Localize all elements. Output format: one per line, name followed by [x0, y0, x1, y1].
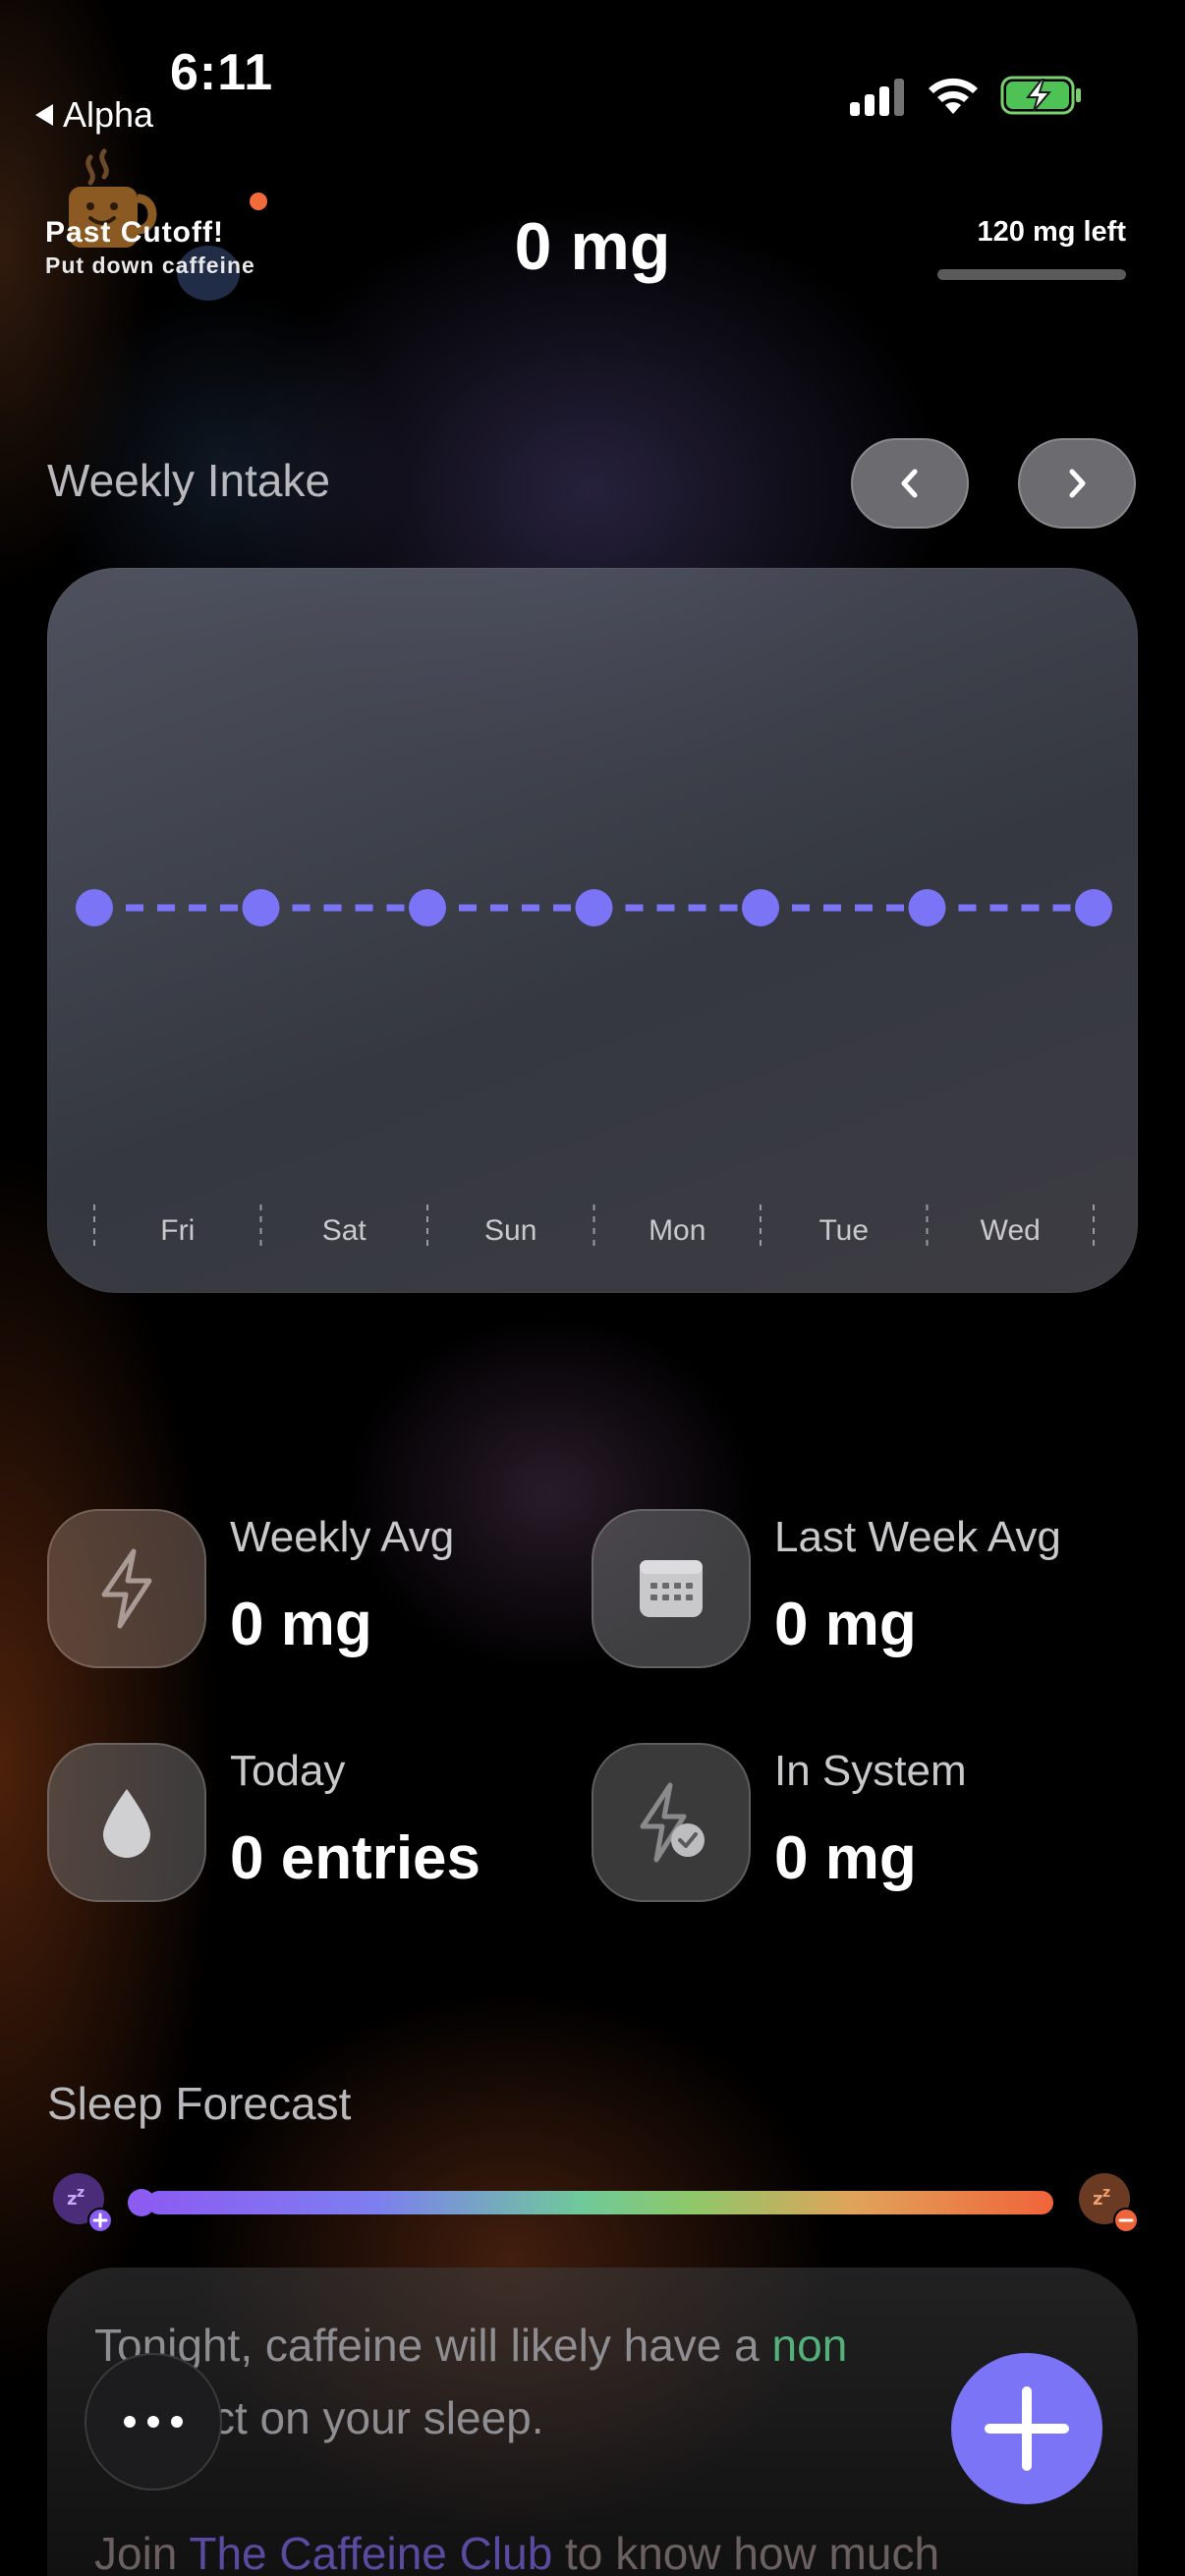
chevron-left-icon [901, 469, 918, 498]
weekly-intake-chart: Fri Sat Sun Mon Tue Wed [47, 568, 1138, 1293]
x-axis-label: Tue [818, 1214, 869, 1247]
sleep-worse-icon: z z [1079, 2173, 1139, 2233]
sleep-impact-indicator [128, 2189, 155, 2216]
in-system-value: 0 mg [774, 1824, 917, 1892]
forecast-prefix: Tonight, caffeine will likely have a [94, 2320, 772, 2371]
data-point[interactable] [76, 889, 113, 926]
weekly-intake-plot: Fri Sat Sun Mon Tue Wed [76, 889, 1112, 1247]
in-system-icon-tile [592, 1743, 751, 1902]
chevron-right-icon [1069, 469, 1086, 498]
today-label: Today [230, 1747, 346, 1795]
calendar-icon [640, 1560, 703, 1617]
next-week-button[interactable] [1018, 438, 1136, 529]
data-point[interactable] [908, 889, 946, 926]
sleep-impact-gradient-bar [147, 2191, 1053, 2214]
weekly-avg-label: Weekly Avg [230, 1513, 455, 1561]
back-app-label: Alpha [63, 94, 154, 135]
svg-text:z: z [77, 2185, 85, 2201]
remaining-allowance-label: 120 mg left [977, 216, 1127, 248]
in-system-label: In System [774, 1747, 967, 1795]
today-value: 0 entries [230, 1824, 481, 1892]
data-point[interactable] [575, 889, 613, 926]
add-entry-button[interactable] [951, 2353, 1102, 2504]
previous-week-button[interactable] [851, 438, 969, 529]
back-to-app-button[interactable]: Alpha [35, 94, 153, 136]
app-screen: 6:11 Alpha Past Cutoff! Put down caffein… [0, 0, 1185, 2576]
battery-charging-icon [1000, 76, 1081, 115]
today-icon-tile [47, 1743, 206, 1902]
bolt-icon [101, 1548, 152, 1629]
caffeine-club-promo: Join The Caffeine Club to know how much [94, 2527, 1175, 2576]
last-week-avg-icon-tile [592, 1509, 751, 1668]
sleep-forecast-title: Sleep Forecast [47, 2078, 352, 2129]
x-axis-label: Wed [981, 1214, 1041, 1247]
data-point[interactable] [409, 889, 446, 926]
cellular-signal-icon [850, 77, 905, 116]
x-axis-label: Mon [649, 1214, 705, 1247]
remaining-allowance-bar [937, 269, 1126, 280]
sleep-better-icon: z z [53, 2173, 113, 2233]
x-axis-label: Fri [160, 1214, 195, 1247]
status-time: 6:11 [170, 44, 274, 101]
weekly-avg-icon-tile [47, 1509, 206, 1668]
ellipsis-icon-dot [147, 2416, 159, 2428]
data-point[interactable] [1075, 889, 1112, 926]
plus-icon [985, 2386, 1069, 2471]
bolt-check-icon [640, 1782, 705, 1863]
last-week-avg-value: 0 mg [774, 1591, 917, 1658]
club-prefix: Join [94, 2528, 190, 2576]
ellipsis-icon-dot [124, 2416, 136, 2428]
weekly-intake-title: Weekly Intake [47, 455, 331, 506]
back-triangle-icon [35, 104, 53, 126]
more-options-button[interactable] [85, 2353, 222, 2491]
data-point[interactable] [742, 889, 779, 926]
x-axis-label: Sat [322, 1214, 367, 1247]
ellipsis-icon-dot [171, 2416, 183, 2428]
last-week-avg-label: Last Week Avg [774, 1513, 1061, 1561]
svg-text:z: z [67, 2189, 77, 2210]
x-axis-label: Sun [484, 1214, 536, 1247]
data-point[interactable] [242, 889, 280, 926]
club-suffix: to know how much [552, 2528, 940, 2576]
wifi-icon [929, 78, 978, 114]
svg-text:z: z [1102, 2185, 1110, 2201]
drop-icon [103, 1789, 150, 1858]
weekly-avg-value: 0 mg [230, 1591, 372, 1658]
svg-text:z: z [1093, 2189, 1102, 2210]
sleep-forecast-text: Tonight, caffeine will likely have a non… [94, 2309, 1077, 2454]
caffeine-club-link[interactable]: The Caffeine Club [189, 2528, 552, 2576]
forecast-impact-level: non [771, 2320, 848, 2371]
